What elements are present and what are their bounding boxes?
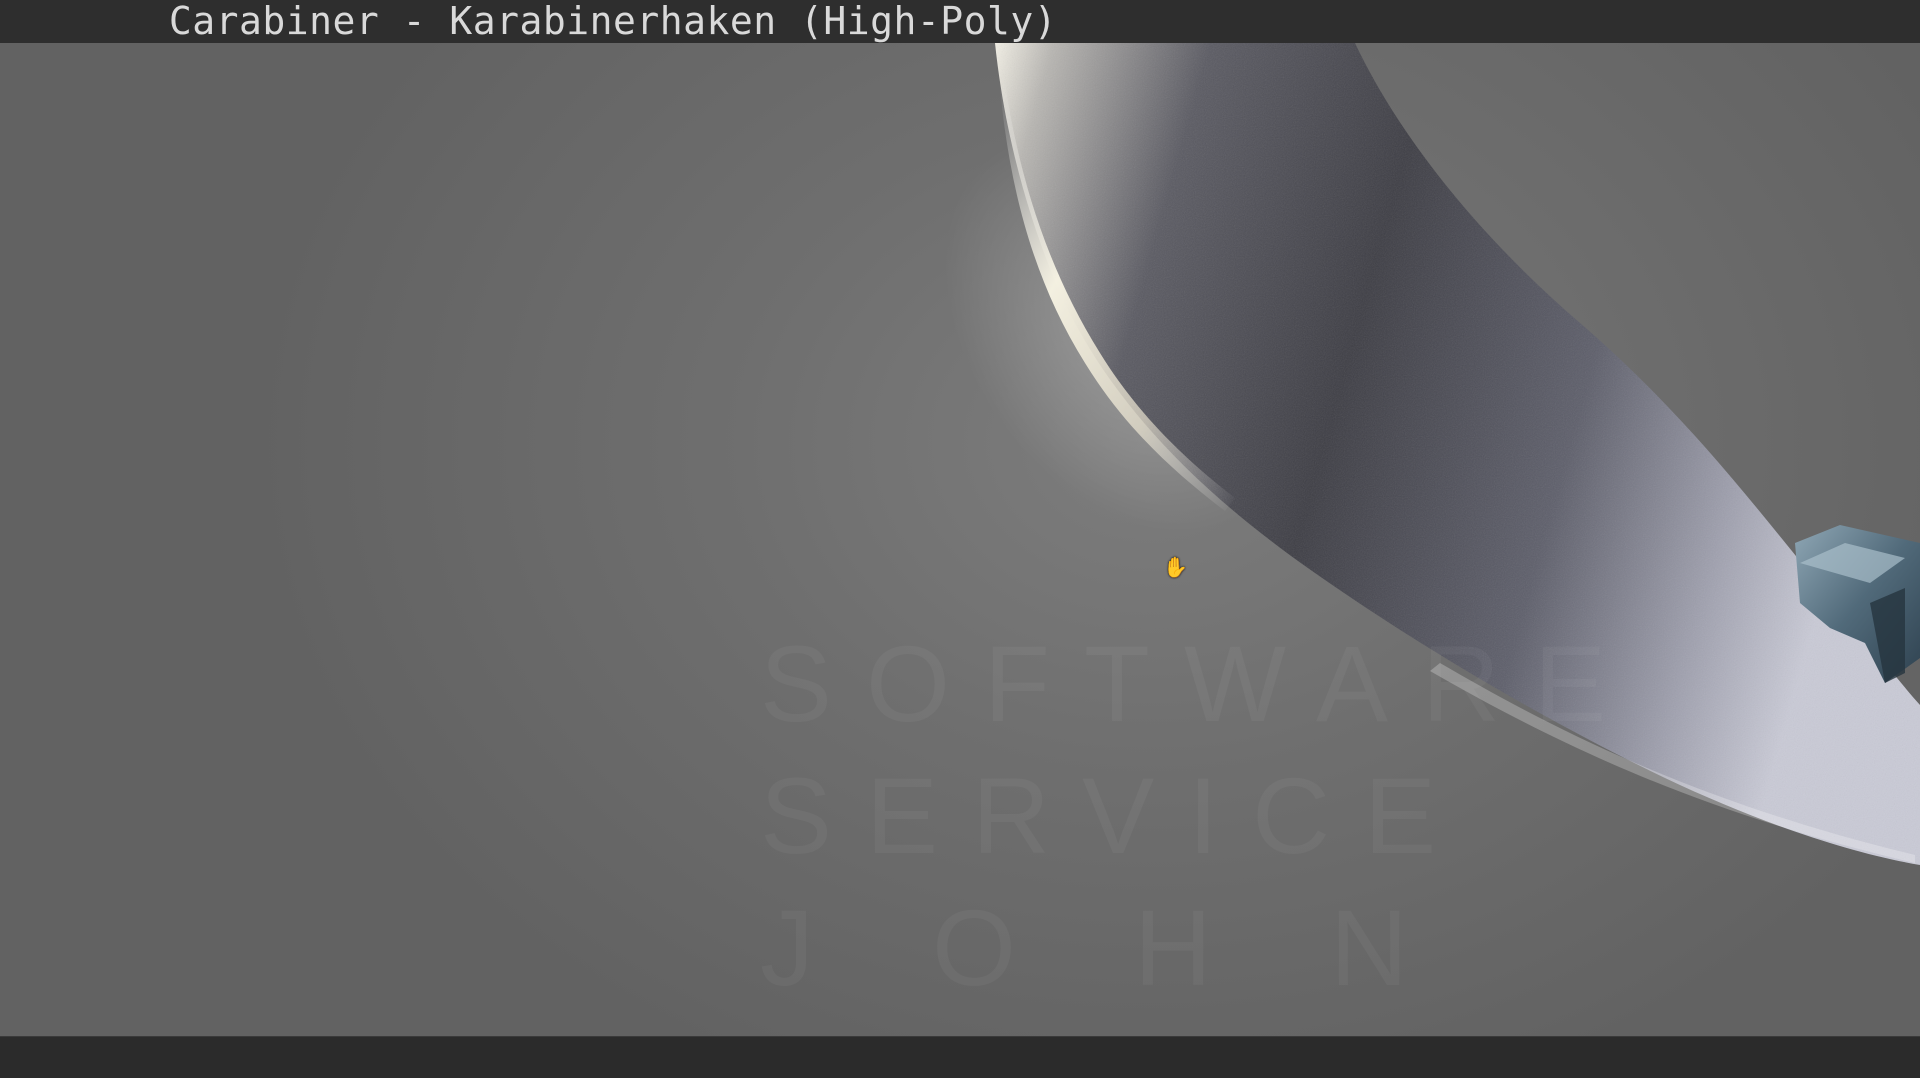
window-title: Carabiner - Karabinerhaken (High-Poly): [168, 0, 1058, 43]
carabiner-model[interactable]: [0, 43, 1920, 1037]
model-viewer-app: Carabiner - Karabinerhaken (High-Poly) ✋: [0, 0, 1920, 1078]
status-bar: [0, 1036, 1920, 1078]
3d-viewport[interactable]: SOFTWARE SERVICE JOHN ✋: [0, 43, 1920, 1037]
title-bar: Carabiner - Karabinerhaken (High-Poly): [0, 0, 1920, 43]
hand-grab-icon: ✋: [1163, 555, 1188, 579]
